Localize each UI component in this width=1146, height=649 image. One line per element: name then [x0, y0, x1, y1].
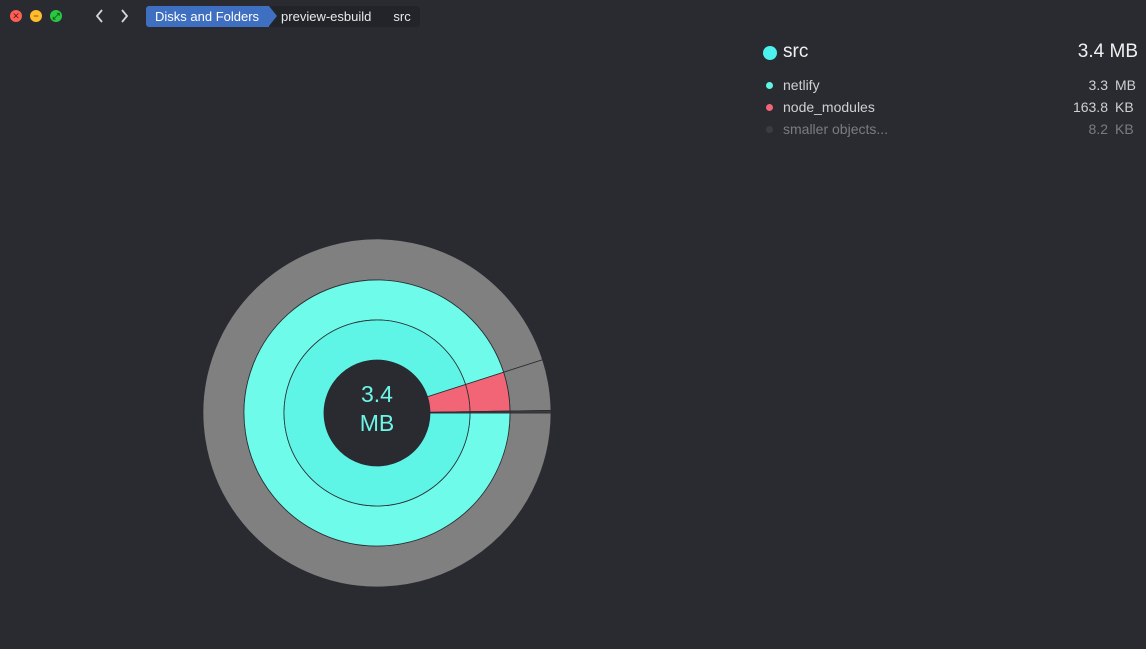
smaller-objects-middle-segment[interactable] — [469, 410, 511, 414]
forward-button[interactable] — [115, 6, 133, 26]
legend-dot — [766, 82, 773, 89]
close-window-button[interactable]: ✕ — [10, 10, 22, 22]
legend-item-netlify[interactable]: netlify 3.3 MB — [762, 74, 1138, 96]
breadcrumb-preview-esbuild[interactable]: preview-esbuild — [269, 6, 390, 27]
legend-dot — [766, 126, 773, 133]
legend-dot — [766, 104, 773, 111]
legend-list: netlify 3.3 MB node_modules 163.8 KB sma… — [762, 74, 1138, 140]
legend-total-size: 3.4 MB — [1077, 41, 1138, 62]
breadcrumb: Disks and Folders preview-esbuild src — [146, 6, 420, 27]
chevron-left-icon — [95, 9, 103, 23]
legend-item-label: smaller objects... — [783, 121, 889, 137]
legend-item-smaller-objects[interactable]: smaller objects... 8.2 KB — [762, 118, 1138, 140]
chart-center-label: 3.4 MB — [324, 380, 430, 438]
legend-panel: src 3.4 MB netlify 3.3 MB node_modules 1… — [762, 40, 1138, 140]
smaller-objects-segment[interactable] — [509, 410, 552, 414]
chart-center-value: 3.4 — [361, 381, 393, 407]
minimize-icon: − — [33, 11, 39, 21]
back-button[interactable] — [91, 6, 109, 26]
legend-item-label: node_modules — [783, 99, 875, 115]
minimize-window-button[interactable]: − — [30, 10, 42, 22]
chevron-right-icon — [121, 9, 129, 23]
legend-item-unit: KB — [1115, 121, 1134, 137]
legend-item-size: 8.2 — [1088, 121, 1108, 137]
close-icon: ✕ — [12, 11, 20, 21]
maximize-window-button[interactable]: ⤢ — [50, 10, 62, 22]
legend-item-size: 163.8 — [1072, 99, 1108, 115]
legend-item-unit: MB — [1115, 77, 1136, 93]
maximize-icon: ⤢ — [52, 11, 60, 21]
breadcrumb-disks-and-folders[interactable]: Disks and Folders — [146, 6, 278, 27]
chart-center-unit: MB — [359, 410, 395, 436]
legend-title: src — [783, 41, 809, 62]
smaller-objects-inner-segment[interactable] — [429, 411, 471, 414]
legend-header-dot — [763, 46, 777, 60]
legend-item-label: netlify — [783, 77, 820, 93]
legend-item-size: 3.3 — [1088, 77, 1108, 93]
title-bar: ✕ − ⤢ Disks and Folders preview-esbuild … — [0, 0, 1146, 32]
legend-item-node-modules[interactable]: node_modules 163.8 KB — [762, 96, 1138, 118]
legend-item-unit: KB — [1115, 99, 1134, 115]
legend-header: src 3.4 MB — [762, 40, 1138, 66]
